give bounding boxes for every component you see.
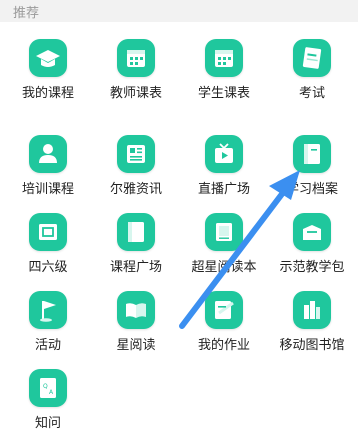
tile-label: 培训课程 [21,182,74,197]
tile-label: 四六级 [28,260,68,275]
news-icon [117,135,155,173]
tile-label: 星阅读 [116,338,156,353]
calendar-icon [205,39,243,77]
archive-book-icon [293,135,331,173]
tile-label: 我的课程 [21,86,74,101]
tile-label: 学生课表 [197,86,250,101]
tile-course-plaza[interactable]: 课程广场 [92,196,180,280]
tile-exam[interactable]: 考试 [268,22,356,106]
section-header: 推荐 [0,0,358,22]
calendar-icon [117,39,155,77]
tile-label: 活动 [34,338,61,353]
exam-paper-icon [293,39,331,77]
tile-student-schedule[interactable]: 学生课表 [180,22,268,106]
tile-label: 学习档案 [285,182,338,197]
tile-label: 我的作业 [197,338,250,353]
tile-label: 直播广场 [197,182,250,197]
teaching-package-icon [293,213,331,251]
tile-my-courses[interactable]: 我的课程 [4,22,92,106]
graduation-cap-icon [29,39,67,77]
cet-certificate-icon [29,213,67,251]
tile-label: 尔雅资讯 [109,182,162,197]
open-book-icon [117,291,155,329]
tile-chaoxing-reader[interactable]: 超星阅读本 [180,196,268,280]
tile-erya-news[interactable]: 尔雅资讯 [92,118,180,202]
tile-demo-teaching-package[interactable]: 示范教学包 [268,196,356,280]
tile-label: 课程广场 [109,260,162,275]
homework-icon [205,291,243,329]
tile-star-reading[interactable]: 星阅读 [92,274,180,358]
svg-text:Q: Q [43,383,48,390]
course-book-icon [117,213,155,251]
tile-zhiwen-qa[interactable]: QA 知问 [4,352,92,436]
trainer-icon [29,135,67,173]
qa-icon: QA [29,369,67,407]
app-grid: 我的课程 教师课表 学生课表 考试 培训课程 尔雅资讯 直播广场 学习档案 四六… [0,22,358,431]
tile-label: 教师课表 [109,86,162,101]
tile-my-homework[interactable]: 我的作业 [180,274,268,358]
tile-label: 考试 [298,86,325,101]
tile-cet-four-six[interactable]: 四六级 [4,196,92,280]
tile-study-archive[interactable]: 学习档案 [268,118,356,202]
tile-label: 移动图书馆 [279,338,345,353]
live-tv-icon [205,135,243,173]
tile-training-courses[interactable]: 培训课程 [4,118,92,202]
tile-label: 知问 [34,416,61,431]
tile-activities[interactable]: 活动 [4,274,92,358]
tile-mobile-library[interactable]: 移动图书馆 [268,274,356,358]
section-title: 推荐 [13,6,40,21]
flag-icon [29,291,67,329]
reader-icon [205,213,243,251]
tile-label: 示范教学包 [279,260,345,275]
tile-live-plaza[interactable]: 直播广场 [180,118,268,202]
library-icon [293,291,331,329]
tile-teacher-schedule[interactable]: 教师课表 [92,22,180,106]
tile-label: 超星阅读本 [191,260,257,275]
